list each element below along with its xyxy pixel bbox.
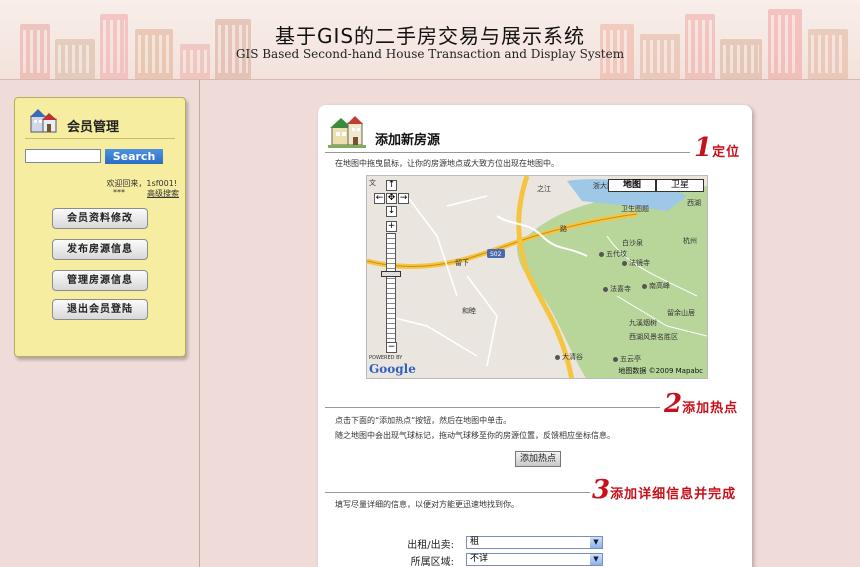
step-label: 添加热点 — [682, 401, 739, 416]
site-title: 基于GIS的二手房交易与展示系统 — [274, 24, 586, 48]
add-listing-card: 添加新房源 1定位 在地图中拖曳鼠标，让你的房源地点或大致方位出现在地图中。 S… — [318, 105, 752, 567]
poi-icon — [642, 283, 647, 289]
chevron-down-icon[interactable]: ▼ — [590, 554, 602, 565]
map-label: 留下 — [455, 259, 469, 267]
map-label: 大清谷 — [555, 352, 583, 362]
district-label: 所属区域: — [410, 557, 454, 567]
district-value: 不详 — [470, 554, 489, 564]
zoom-out-icon[interactable]: − — [386, 342, 397, 353]
rent-sell-value: 租 — [470, 537, 480, 547]
step-number: 3 — [592, 475, 611, 505]
divider — [325, 492, 590, 493]
pan-center-icon[interactable]: ✥ — [386, 193, 397, 204]
map-label: 留余山居 — [667, 309, 695, 317]
map-type-map-button[interactable]: 地图 — [608, 179, 656, 192]
step-label: 定位 — [712, 145, 741, 160]
map-label: 西湖风景名胜区 — [629, 333, 678, 341]
pan-up-icon[interactable]: ↑ — [386, 180, 397, 191]
powered-by-text: POWERED BY — [369, 355, 403, 361]
map-label: 法喜寺 — [603, 284, 631, 294]
map-label: 五云亭 — [613, 354, 641, 364]
step-1-heading: 1定位 — [694, 133, 740, 163]
map-canvas[interactable]: S02 — [367, 176, 708, 379]
district-select[interactable]: 不详 ▼ — [466, 553, 603, 566]
search-button[interactable]: Search — [105, 149, 163, 164]
road-shield: S02 — [490, 251, 502, 258]
divider — [325, 407, 660, 408]
step-number: 2 — [664, 389, 683, 419]
chevron-down-icon[interactable]: ▼ — [590, 537, 602, 548]
poi-icon — [599, 251, 604, 257]
building-icon — [328, 116, 366, 148]
map-label: 之江 — [537, 185, 551, 193]
search-input[interactable] — [25, 149, 101, 163]
google-logo[interactable]: Google — [369, 362, 416, 376]
map-label: 法镜寺 — [622, 258, 650, 268]
map-label: 杭州 — [683, 237, 697, 245]
map-copyright: 地图数据 ©2009 Mapabc — [618, 367, 703, 375]
divider — [325, 152, 690, 153]
pan-right-icon[interactable]: → — [398, 193, 409, 204]
map-label: 南高峰 — [642, 281, 670, 291]
logout-button[interactable]: 退出会员登陆 — [52, 299, 148, 320]
left-sidebar: 会员管理 Search 欢迎回来，1sf001! *** 高级搜索 会员资料修改… — [0, 80, 200, 567]
poi-icon — [555, 354, 560, 360]
rent-sell-label: 出租/出卖: — [407, 540, 454, 551]
map-label: 路 — [560, 225, 567, 233]
rent-sell-select[interactable]: 租 ▼ — [466, 536, 603, 549]
step-2-instruction: 点击下面的“添加热点”按钮，然后在地图中单击。 — [335, 416, 512, 425]
map-label: 和睦 — [462, 307, 476, 315]
site-subtitle: GIS Based Second-hand House Transaction … — [235, 47, 625, 61]
map-label: 九溪烟树 — [629, 319, 657, 327]
poi-icon — [603, 286, 608, 292]
map-label: 卫生图题 — [621, 205, 649, 213]
manage-listings-button[interactable]: 管理房源信息 — [52, 270, 148, 291]
house-icon — [30, 109, 57, 133]
pan-down-icon[interactable]: ↓ — [386, 206, 397, 217]
zoom-in-icon[interactable]: + — [386, 221, 397, 232]
poi-icon — [622, 260, 627, 266]
edit-profile-button[interactable]: 会员资料修改 — [52, 208, 148, 229]
step-2-heading: 2添加热点 — [664, 389, 738, 419]
step-label: 添加详细信息并完成 — [610, 487, 737, 502]
step-1-instruction: 在地图中拖曳鼠标，让你的房源地点或大致方位出现在地图中。 — [335, 159, 559, 168]
map-type-satellite-button[interactable]: 卫星 — [656, 179, 704, 192]
poi-icon — [613, 356, 618, 362]
member-panel: 会员管理 Search 欢迎回来，1sf001! *** 高级搜索 会员资料修改… — [14, 97, 186, 357]
map-view[interactable]: S02 浙大路 西湖 卫生图题 白沙泉 五代坟 法镜寺 法喜寺 南高峰 大清谷 … — [366, 175, 708, 379]
pan-left-icon[interactable]: ← — [374, 193, 385, 204]
advanced-search-link[interactable]: 高级搜索 — [147, 188, 179, 199]
map-label: 西湖 — [687, 199, 701, 207]
zoom-slider[interactable] — [386, 233, 396, 343]
map-label: 白沙泉 — [622, 239, 643, 247]
step-3-instruction: 填写尽量详细的信息，以便对方能更迅速地找到你。 — [335, 500, 519, 509]
step-2-instruction: 随之地图中会出现气球标记，拖动气球移至你的房源位置，反馈相应坐标信息。 — [335, 431, 615, 440]
zoom-slider-thumb[interactable] — [381, 271, 401, 277]
map-label: 文 — [369, 179, 376, 187]
step-number: 1 — [694, 133, 713, 163]
card-title: 添加新房源 — [375, 133, 441, 148]
welcome-masked: *** — [113, 188, 125, 197]
panel-title: 会员管理 — [67, 120, 120, 135]
step-3-heading: 3添加详细信息并完成 — [592, 475, 736, 505]
publish-listing-button[interactable]: 发布房源信息 — [52, 239, 148, 260]
divider — [25, 138, 175, 139]
site-header: 基于GIS的二手房交易与展示系统 GIS Based Second-hand H… — [0, 0, 860, 80]
add-hotspot-button[interactable]: 添加热点 — [515, 451, 561, 467]
